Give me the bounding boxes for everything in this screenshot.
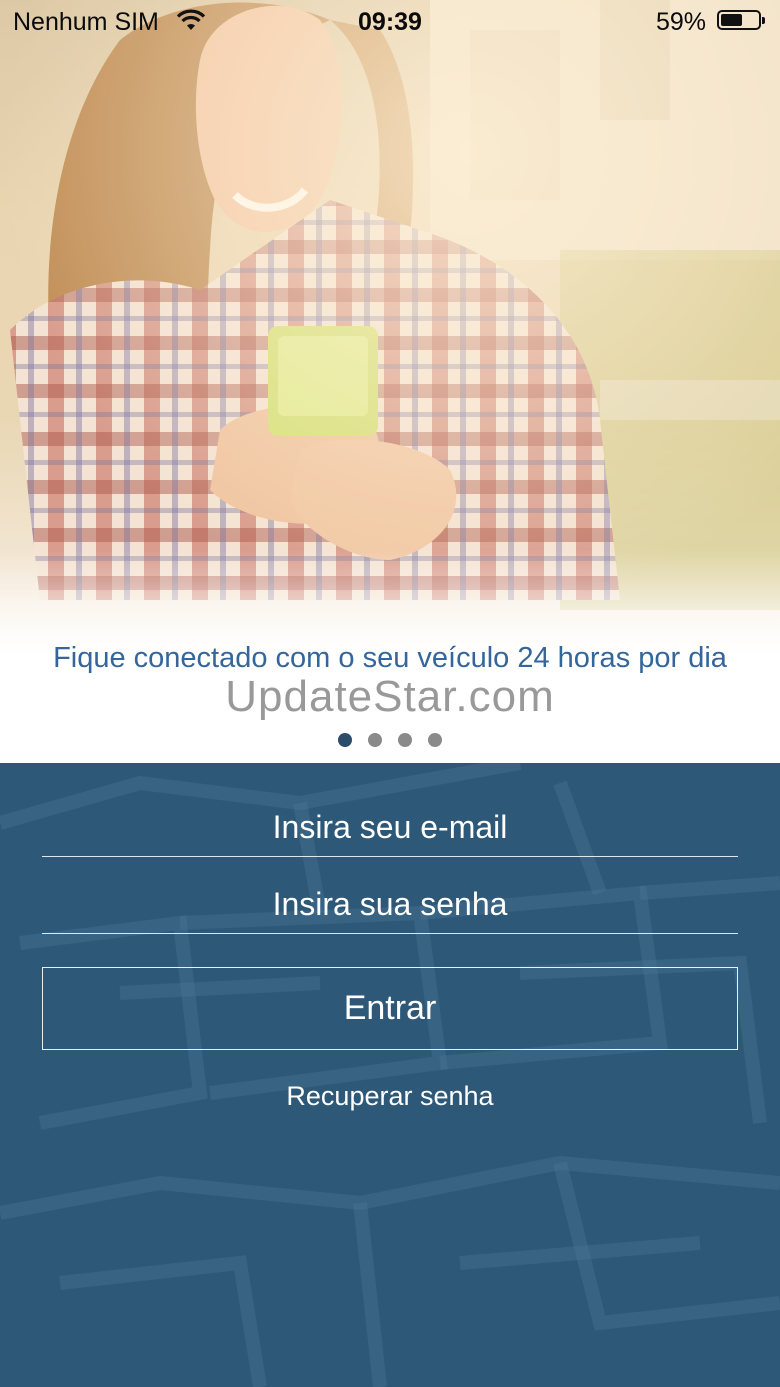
battery-level-fill xyxy=(721,14,742,26)
password-field[interactable] xyxy=(42,857,738,934)
recover-password-link[interactable]: Recuperar senha xyxy=(0,1081,780,1112)
status-bar: Nenhum SIM 09:39 59% xyxy=(0,0,780,44)
page-indicator[interactable] xyxy=(0,733,780,752)
password-input[interactable] xyxy=(42,857,738,933)
page-dot-3[interactable] xyxy=(398,733,412,747)
page-dot-4[interactable] xyxy=(428,733,442,747)
battery-percent: 59% xyxy=(655,8,706,36)
watermark: UpdateStar.com xyxy=(225,672,555,721)
email-input[interactable] xyxy=(42,780,738,856)
page-dot-1[interactable] xyxy=(338,733,352,747)
login-panel: Entrar Recuperar senha xyxy=(0,763,780,1387)
login-button[interactable]: Entrar xyxy=(42,967,738,1050)
hero-banner[interactable]: Nenhum SIM 09:39 59% Fique conectado com… xyxy=(0,0,780,763)
email-field[interactable] xyxy=(42,780,738,857)
battery-icon xyxy=(717,10,765,30)
page-dot-2[interactable] xyxy=(368,733,382,747)
